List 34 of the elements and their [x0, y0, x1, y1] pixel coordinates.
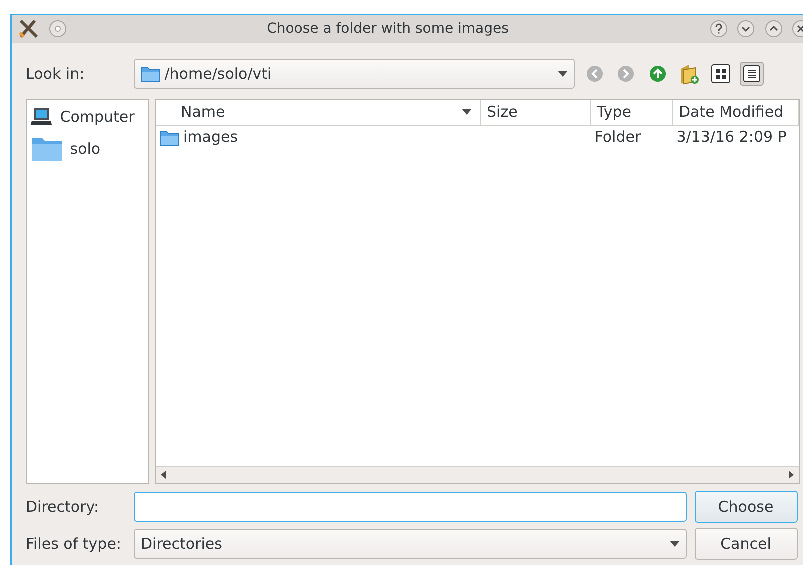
sidebar-item[interactable]: solo: [27, 131, 148, 168]
computer-icon: [30, 107, 53, 128]
file-name[interactable]: images: [184, 126, 238, 149]
detail-view-icon[interactable]: [743, 65, 761, 83]
folder-icon: [160, 128, 180, 146]
new-folder-icon[interactable]: [678, 63, 700, 85]
path-text: /home/solo/vti: [164, 64, 273, 85]
window-title: Choose a folder with some images: [266, 20, 510, 38]
column-header[interactable]: Type: [591, 100, 673, 124]
up-icon[interactable]: [648, 65, 666, 83]
column-header[interactable]: Name: [156, 100, 481, 124]
folder-icon: [141, 65, 161, 83]
folder-icon: [30, 136, 63, 162]
app-icon: [18, 19, 40, 39]
minimize-icon[interactable]: [736, 19, 756, 39]
directory-field[interactable]: [134, 492, 687, 522]
maximize-icon[interactable]: [764, 19, 784, 39]
sidebar-item[interactable]: Computer: [27, 103, 148, 132]
look-in-combo[interactable]: /home/solo/vti: [134, 59, 575, 89]
column-header[interactable]: Size: [481, 100, 591, 124]
grid-view-icon[interactable]: [710, 64, 730, 84]
file-type: Folder: [594, 127, 642, 148]
column-header[interactable]: Date Modified: [673, 100, 799, 124]
cancel-button[interactable]: Cancel: [694, 528, 798, 560]
files-of-type-combo[interactable]: Directories: [134, 528, 687, 559]
look-in-label: Look in:: [26, 64, 86, 85]
file-date: 3/13/16 2:09 P: [676, 127, 787, 148]
directory-label: Directory:: [26, 496, 100, 518]
file-type-text: Directories: [141, 534, 224, 554]
choose-button[interactable]: Choose: [694, 491, 798, 523]
caret-icon: [558, 71, 568, 77]
files-of-type-label: Files of type:: [26, 534, 122, 554]
caret-icon: [670, 540, 680, 547]
help-icon[interactable]: [708, 19, 728, 39]
